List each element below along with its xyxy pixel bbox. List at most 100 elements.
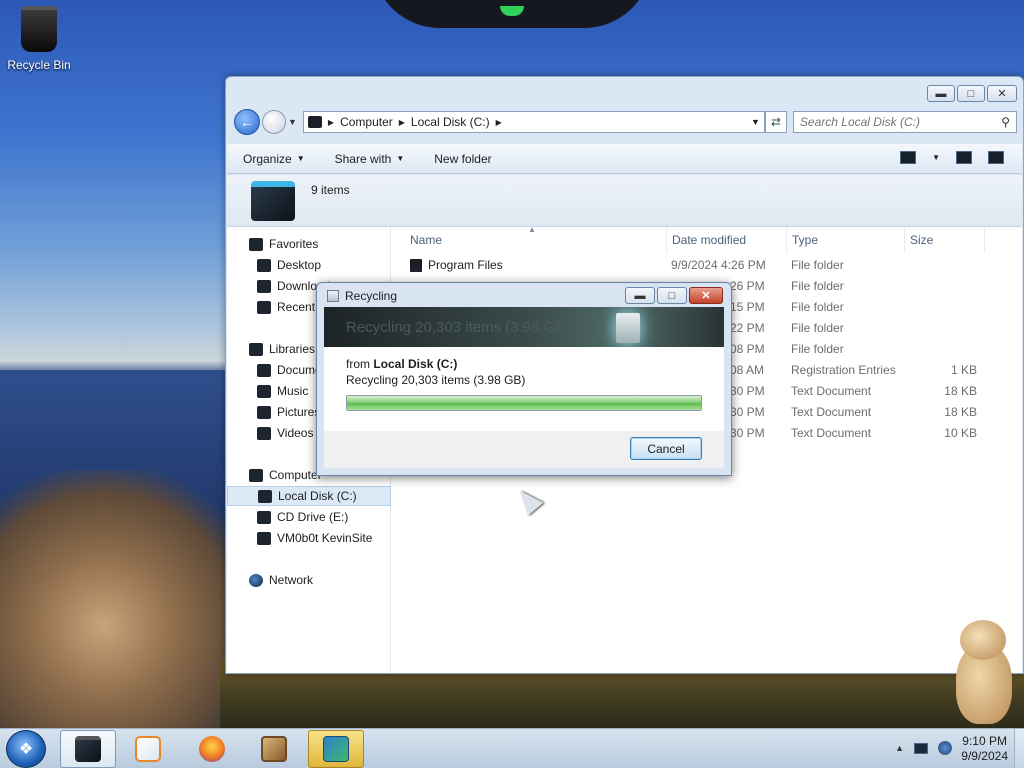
view-options-icon[interactable]	[900, 151, 917, 164]
hamster-head	[960, 620, 1006, 660]
dialog-minimize-button[interactable]: ▬	[625, 287, 655, 304]
cell-date-modified: 15 PM	[730, 300, 765, 314]
back-button[interactable]: ←	[234, 109, 260, 135]
search-icon[interactable]: ⚲	[1001, 115, 1010, 129]
cell-type: Text Document	[791, 426, 872, 440]
minimize-button[interactable]: ▬	[927, 85, 955, 102]
address-bar[interactable]: ▶ Computer ▶ Local Disk (C:) ▶ ▼	[302, 111, 765, 133]
nav-local-disk[interactable]: Local Disk (C:)	[227, 486, 391, 506]
search-input[interactable]	[799, 115, 1002, 129]
breadcrumb-chevron-icon[interactable]: ▶	[328, 118, 334, 127]
cell-size: 18 KB	[944, 384, 977, 398]
table-row[interactable]: Program Files 9/9/2024 4:26 PM File folder	[392, 255, 1022, 276]
taskbar-explorer[interactable]	[60, 730, 116, 768]
cell-date-modified: 30 PM	[730, 426, 765, 440]
recycle-bin-icon	[327, 290, 339, 302]
clock[interactable]: 9:10 PM 9/9/2024	[961, 734, 1008, 764]
tray-expand-icon[interactable]: ▲	[895, 743, 904, 753]
organize-button[interactable]: Organize ▼	[243, 152, 305, 166]
source-prefix: from	[346, 357, 370, 371]
nav-label: Network	[269, 573, 314, 587]
taskbar-media-player[interactable]	[120, 730, 176, 768]
file-name: Program Files	[428, 258, 503, 272]
cell-size: 1 KB	[950, 363, 977, 377]
nav-favorites[interactable]: Favorites	[227, 234, 391, 254]
recent-pages-dropdown[interactable]: ▼	[288, 117, 297, 127]
refresh-button[interactable]: ⇄	[764, 111, 787, 133]
progress-bar	[346, 395, 702, 411]
cell-date-modified: 08 AM	[730, 363, 765, 377]
nav-cd-drive[interactable]: CD Drive (E:)	[227, 507, 391, 527]
dialog-title-bar[interactable]: Recycling	[327, 289, 397, 303]
taskbar-app[interactable]	[308, 730, 364, 768]
nav-vm-site[interactable]: VM0b0t KevinSite	[227, 528, 391, 548]
desktop-icon-recycle-bin[interactable]: Recycle Bin	[6, 6, 72, 72]
organize-label: Organize	[243, 151, 292, 166]
recent-places-icon	[257, 300, 271, 314]
cancel-button[interactable]: Cancel	[630, 437, 702, 460]
action-center-icon[interactable]	[914, 742, 928, 754]
explorer-icon	[75, 736, 101, 762]
nav-label: Favorites	[269, 237, 319, 251]
preview-pane-icon[interactable]	[956, 151, 972, 164]
column-name[interactable]: Name ▲	[392, 225, 667, 253]
nav-desktop[interactable]: Desktop	[227, 255, 391, 275]
desktop-icon-label: Recycle Bin	[7, 58, 71, 72]
nav-label: Libraries	[269, 342, 316, 356]
cell-size: 18 KB	[944, 405, 977, 419]
clock-time: 9:10 PM	[962, 734, 1007, 748]
documents-icon	[257, 363, 271, 377]
cell-date-modified: 26 PM	[730, 279, 765, 293]
column-date-modified[interactable]: Date modified	[667, 227, 787, 253]
folder-icon	[410, 258, 422, 272]
cell-size: 10 KB	[944, 426, 977, 440]
column-label: Type	[792, 233, 819, 247]
star-icon	[249, 237, 263, 251]
dialog-maximize-button[interactable]: □	[657, 287, 687, 304]
start-button[interactable]: ❖	[6, 730, 46, 768]
share-with-button[interactable]: Share with ▼	[335, 152, 405, 166]
column-size[interactable]: Size	[905, 227, 985, 253]
column-label: Size	[910, 233, 934, 247]
close-button[interactable]: ✕	[987, 85, 1017, 102]
dialog-body: from Local Disk (C:) Recycling 20,303 it…	[324, 347, 724, 431]
new-folder-button[interactable]: New folder	[434, 152, 491, 166]
search-box[interactable]: ⚲	[792, 111, 1017, 133]
column-label: Name	[410, 233, 443, 247]
view-dropdown-icon[interactable]: ▼	[932, 153, 940, 162]
cd-drive-icon	[257, 510, 271, 524]
nav-label: CD Drive (E:)	[277, 510, 349, 524]
help-icon[interactable]	[988, 151, 1004, 164]
address-dropdown-icon[interactable]: ▼	[751, 117, 764, 127]
dialog-banner: Recycling 20,303 items (3.98 GB)	[324, 307, 724, 347]
cell-type: File folder	[791, 258, 844, 272]
maximize-button[interactable]: □	[957, 85, 985, 102]
cell-date-modified: 30 PM	[730, 405, 765, 419]
taskbar-firefox[interactable]	[184, 730, 240, 768]
taskbar-game[interactable]	[246, 730, 302, 768]
breadcrumb-chevron-icon[interactable]: ▶	[496, 118, 502, 127]
nav-label: Music	[277, 384, 309, 398]
title-bar[interactable]: ▬ □ ✕	[226, 77, 1023, 107]
nav-network[interactable]: Network	[227, 570, 391, 590]
breadcrumb-local-disk[interactable]: Local Disk (C:)	[411, 115, 490, 129]
breadcrumb-computer[interactable]: Computer	[340, 115, 393, 129]
cell-type: Text Document	[791, 384, 872, 398]
nav-label: Computer	[269, 468, 322, 482]
desktop-icon	[257, 258, 271, 272]
network-tray-icon[interactable]	[938, 741, 952, 755]
column-type[interactable]: Type	[787, 227, 905, 253]
clock-date: 9/9/2024	[961, 749, 1008, 763]
cell-type: File folder	[791, 300, 844, 314]
drive-icon	[258, 489, 272, 503]
nav-label: Pictures	[277, 405, 321, 419]
game-icon	[261, 736, 287, 762]
cell-date-modified: 9/9/2024 4:26 PM	[671, 258, 766, 272]
nav-label: Desktop	[277, 258, 322, 272]
breadcrumb-chevron-icon[interactable]: ▶	[399, 118, 405, 127]
forward-button[interactable]	[262, 110, 286, 134]
sort-ascending-icon: ▲	[528, 225, 536, 234]
show-desktop-button[interactable]	[1014, 729, 1024, 768]
dialog-close-button[interactable]: ✕	[689, 287, 723, 304]
downloads-icon	[257, 279, 271, 293]
